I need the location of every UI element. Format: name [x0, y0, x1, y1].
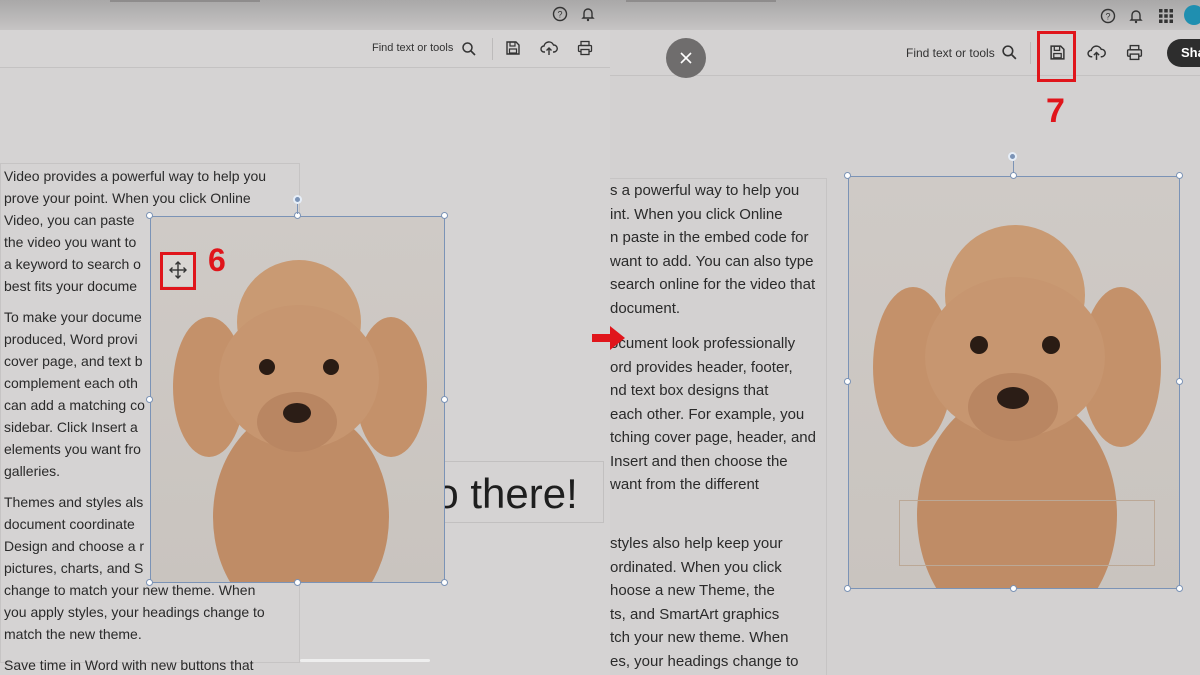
resize-handle[interactable]	[844, 585, 851, 592]
resize-handle[interactable]	[844, 378, 851, 385]
poodle-image[interactable]	[848, 176, 1180, 589]
text-line: n paste in the embed code for	[610, 229, 809, 246]
rotate-stem	[297, 204, 298, 214]
text-line: Save time in Word with new buttons that	[4, 657, 254, 673]
close-icon	[680, 52, 692, 64]
text-line: can add a matching co	[4, 397, 145, 413]
text-line: tching cover page, header, and	[610, 429, 816, 446]
share-button[interactable]: Sha	[1167, 39, 1200, 67]
text-line: s a powerful way to help you	[610, 182, 800, 199]
avatar[interactable]	[1184, 5, 1200, 25]
resize-handle[interactable]	[1176, 585, 1183, 592]
text-line: elements you want fro	[4, 441, 141, 457]
text-line: galleries.	[4, 463, 61, 479]
apps-grid-icon[interactable]	[1158, 8, 1174, 24]
text-line: To make your docume	[4, 309, 142, 325]
bell-icon[interactable]	[580, 6, 596, 22]
resize-handle[interactable]	[441, 212, 448, 219]
text-line: styles also help keep your	[610, 535, 783, 552]
text-line: int. When you click Online	[610, 205, 783, 223]
text-line: you apply styles, your headings change t…	[4, 604, 265, 620]
paragraph: styles also help keep your ordinated. Wh…	[610, 532, 798, 673]
help-icon[interactable]: ?	[1100, 8, 1116, 24]
search-icon[interactable]	[998, 41, 1020, 63]
left-screenshot-panel: ? Find text or tools Video provides a po…	[0, 0, 610, 675]
text-line: complement each oth	[4, 375, 138, 391]
text-line: ocument look professionally	[610, 335, 796, 352]
right-screenshot-panel: ? Find text or tools Sh 7 s a powerful w…	[610, 0, 1200, 675]
text-line: want from the different	[610, 476, 759, 493]
resize-handle[interactable]	[1176, 172, 1183, 179]
toolbar-divider	[492, 38, 493, 60]
text-line: ts, and SmartArt graphics	[610, 605, 780, 623]
save-icon[interactable]	[502, 37, 524, 59]
help-icon[interactable]: ?	[552, 6, 568, 22]
toolbar-divider	[1030, 42, 1031, 64]
text-line: ordinated. When you click	[610, 558, 782, 576]
text-line: want to add. You can also type	[610, 252, 814, 270]
text-line: document.	[610, 299, 681, 317]
text-line: produced, Word provi	[4, 331, 138, 347]
print-icon[interactable]	[574, 37, 596, 59]
text-line: tch your new theme. When	[610, 629, 789, 646]
find-text-label[interactable]: Find text or tools	[906, 46, 995, 60]
document-toolbar: Find text or tools	[0, 30, 610, 68]
close-button[interactable]	[666, 38, 706, 78]
text-line: es, your headings change to	[610, 652, 799, 670]
paragraph: Save time in Word with new buttons that	[4, 654, 254, 675]
tab-indicator	[626, 0, 776, 2]
resize-handle[interactable]	[146, 396, 153, 403]
resize-handle[interactable]	[1010, 585, 1017, 592]
step-6-highlight-box	[160, 252, 196, 290]
resize-handle[interactable]	[146, 212, 153, 219]
text-line: ord provides header, footer,	[610, 358, 793, 376]
paragraph: To make your docume produced, Word provi…	[4, 306, 145, 482]
tab-indicator	[110, 0, 260, 2]
cloud-upload-icon[interactable]	[538, 37, 560, 59]
title-bar: ?	[0, 0, 610, 30]
arrow-right-icon	[590, 322, 628, 354]
text-line: match the new theme.	[4, 626, 142, 642]
search-icon[interactable]	[458, 38, 480, 60]
find-text-label[interactable]: Find text or tools	[372, 42, 453, 54]
resize-handle[interactable]	[294, 579, 301, 586]
step-7-highlight-box	[1037, 31, 1076, 82]
text-line: Insert and then choose the	[610, 452, 788, 470]
text-line: hoose a new Theme, the	[610, 582, 775, 599]
resize-handle[interactable]	[1176, 378, 1183, 385]
resize-handle[interactable]	[146, 579, 153, 586]
bell-icon[interactable]	[1128, 8, 1144, 24]
svg-text:?: ?	[557, 10, 562, 20]
title-bar: ?	[610, 0, 1200, 30]
paragraph: ocument look professionally ord provides…	[610, 332, 816, 497]
cloud-upload-icon[interactable]	[1085, 41, 1107, 63]
hidden-text-box-outline	[899, 500, 1155, 566]
rotate-stem	[1013, 161, 1014, 173]
paragraph: s a powerful way to help you int. When y…	[610, 179, 815, 320]
resize-handle[interactable]	[441, 579, 448, 586]
text-line: search online for the video that	[610, 276, 816, 293]
horizontal-scrollbar[interactable]	[300, 659, 430, 662]
resize-handle[interactable]	[441, 396, 448, 403]
text-line: each other. For example, you	[610, 405, 805, 423]
heading-text: lo there!	[426, 470, 578, 517]
step-6-label: 6	[208, 242, 226, 278]
rotate-handle[interactable]	[1008, 152, 1017, 161]
resize-handle[interactable]	[844, 172, 851, 179]
text-line: Video provides a powerful way to help yo…	[4, 168, 267, 184]
text-line: prove your point. When you click Online	[4, 190, 251, 206]
resize-handle[interactable]	[1010, 172, 1017, 179]
print-icon[interactable]	[1123, 41, 1145, 63]
svg-text:?: ?	[1105, 12, 1110, 22]
rotate-handle[interactable]	[293, 195, 302, 204]
text-line: nd text box designs that	[610, 382, 769, 399]
text-line: sidebar. Click Insert a	[4, 419, 138, 435]
text-line: cover page, and text b	[4, 353, 143, 369]
step-7-label: 7	[1046, 92, 1065, 130]
